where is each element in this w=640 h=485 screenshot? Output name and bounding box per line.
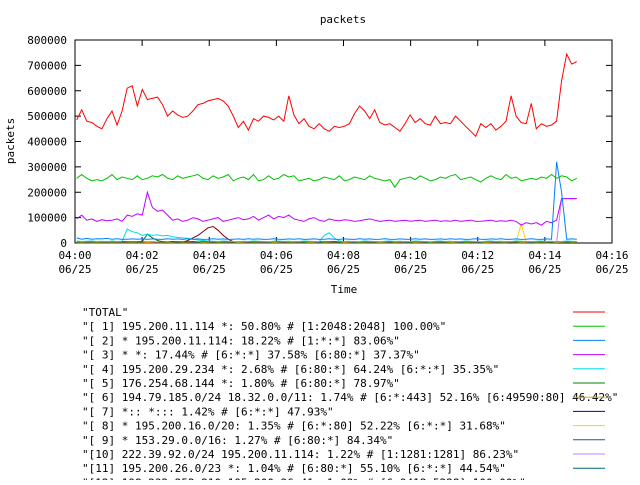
legend-label: "[ 2] * 195.200.11.114: 18.22% # [1:*:*]…	[82, 334, 400, 347]
y-tick-label: 200000	[27, 186, 67, 199]
x-tick-label-time: 04:04	[193, 249, 226, 262]
series-line-0	[77, 54, 577, 136]
x-tick-label-time: 04:08	[327, 249, 360, 262]
y-tick-label: 500000	[27, 110, 67, 123]
x-tick-label-date: 06/25	[461, 263, 494, 276]
x-tick-label-time: 04:00	[58, 249, 91, 262]
series-line-1	[77, 175, 577, 188]
legend-label: "[11] 195.200.26.0/23 *: 1.04% # [6:80:*…	[82, 462, 506, 475]
plot-frame	[75, 40, 612, 243]
x-tick-label-date: 06/25	[126, 263, 159, 276]
x-tick-label-time: 04:02	[126, 249, 159, 262]
x-tick-label-time: 04:10	[394, 249, 427, 262]
x-tick-label-date: 06/25	[528, 263, 561, 276]
x-tick-label-time: 04:14	[528, 249, 561, 262]
legend-label: "[ 8] * 195.200.16.0/20: 1.35% # [6:*:80…	[82, 420, 506, 433]
legend-label: "[ 4] 195.200.29.234 *: 2.68% # [6:80:*]…	[82, 363, 499, 376]
legend-label: "[ 6] 194.79.185.0/24 18.32.0.0/11: 1.74…	[82, 391, 618, 404]
y-axis-ticks: 0100000200000300000400000500000600000700…	[27, 34, 612, 250]
series-line-2	[77, 162, 577, 240]
y-tick-label: 300000	[27, 161, 67, 174]
y-tick-label: 700000	[27, 59, 67, 72]
chart-title: packets	[320, 13, 366, 26]
x-tick-label-date: 06/25	[260, 263, 293, 276]
x-tick-label-date: 06/25	[595, 263, 628, 276]
x-tick-label-date: 06/25	[193, 263, 226, 276]
x-axis-label: Time	[331, 283, 358, 296]
legend-label: "[ 7] *:: *::: 1.42% # [6:*:*] 47.93%"	[82, 405, 334, 418]
series-line-4	[77, 229, 577, 242]
series-line-3	[77, 192, 577, 225]
x-axis-ticks: 04:0006/2504:0206/2504:0406/2504:0606/25…	[58, 40, 628, 276]
series-line-8	[77, 224, 577, 243]
legend-label: "TOTAL"	[82, 306, 128, 319]
legend-label: "[10] 222.39.92.0/24 195.200.11.114: 1.2…	[82, 448, 519, 461]
legend-label: "[ 5] 176.254.68.144 *: 1.80% # [6:80:*]…	[82, 377, 400, 390]
legend: "TOTAL""[ 1] 195.200.11.114 *: 50.80% # …	[82, 306, 618, 480]
x-tick-label-date: 06/25	[394, 263, 427, 276]
y-tick-label: 400000	[27, 136, 67, 149]
legend-label: "[12] 198.232.252.210 195.200.26.41: 1.0…	[82, 476, 526, 480]
x-tick-label-time: 04:16	[595, 249, 628, 262]
x-tick-label-time: 04:06	[260, 249, 293, 262]
x-tick-label-time: 04:12	[461, 249, 494, 262]
legend-label: "[ 1] 195.200.11.114 *: 50.80% # [1:2048…	[82, 320, 446, 333]
series-lines	[77, 54, 577, 243]
legend-label: "[ 3] * *: 17.44% # [6:*:*] 37.58% [6:80…	[82, 349, 420, 362]
x-tick-label-date: 06/25	[327, 263, 360, 276]
y-tick-label: 800000	[27, 34, 67, 47]
y-tick-label: 600000	[27, 85, 67, 98]
chart-root: packets packets Time 0100000200000300000…	[0, 0, 640, 480]
x-tick-label-date: 06/25	[58, 263, 91, 276]
packets-chart: packets packets Time 0100000200000300000…	[0, 0, 640, 480]
legend-label: "[ 9] * 153.29.0.0/16: 1.27% # [6:80:*] …	[82, 434, 393, 447]
y-axis-label: packets	[4, 118, 17, 164]
y-tick-label: 100000	[27, 212, 67, 225]
